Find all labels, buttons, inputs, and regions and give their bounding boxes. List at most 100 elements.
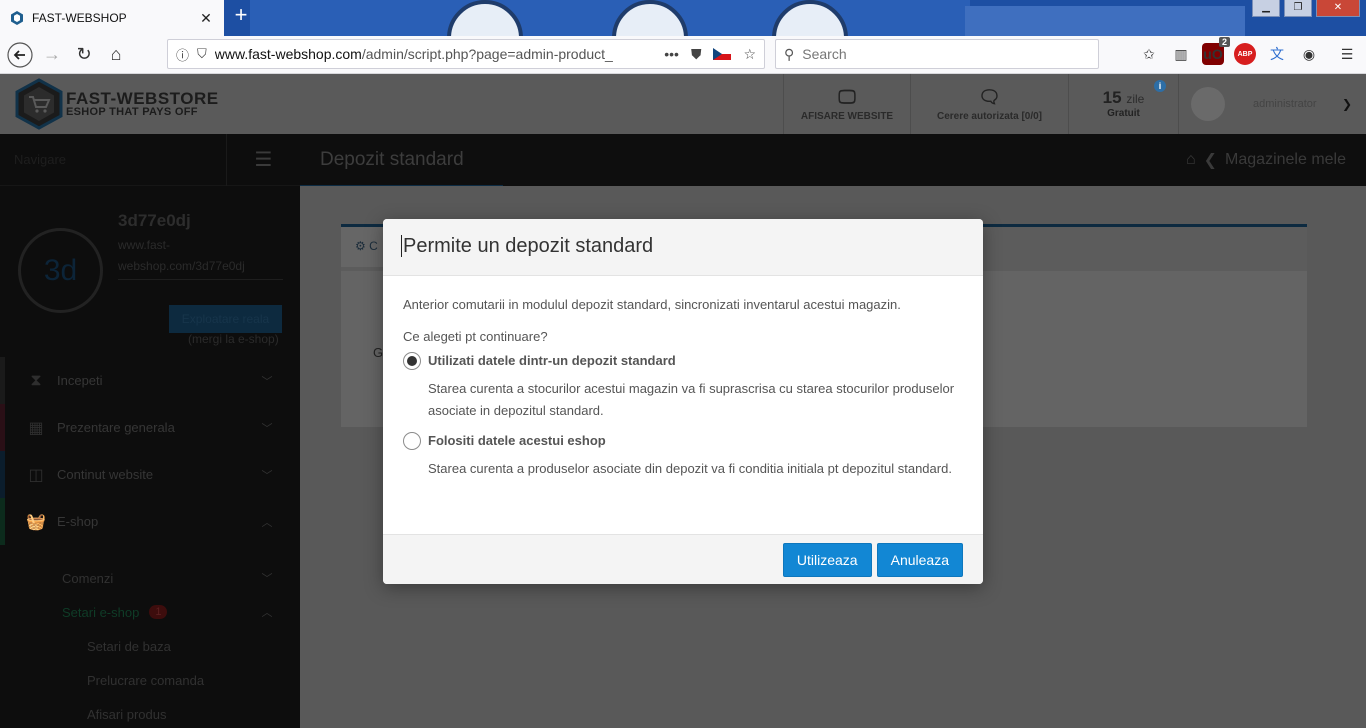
address-bar[interactable]: ⓘ ⛉ www.fast-webshop.com/admin/script.ph… xyxy=(167,39,765,69)
dialog-question: Ce alegeti pt continuare? xyxy=(403,329,548,344)
breadcrumb: ⌂ ❮ Magazinele mele xyxy=(1186,150,1346,170)
pocket-icon[interactable]: ⛊ xyxy=(691,46,702,63)
chevron-down-icon: ﹀ xyxy=(261,422,273,435)
page-actions-icon[interactable]: ••• xyxy=(664,46,679,62)
new-tab-icon[interactable]: + xyxy=(230,4,252,26)
goto-shop-link[interactable]: (mergi la e-shop) xyxy=(188,332,279,346)
show-website-button[interactable]: 🖵 AFISARE WEBSITE xyxy=(783,74,910,134)
browser-tab-active[interactable]: FAST-WEBSHOP ✕ xyxy=(0,0,224,36)
option-use-eshop-data[interactable]: Folositi datele acestui eshop xyxy=(403,430,963,452)
dialog-body: Anterior comutarii in modulul depozit st… xyxy=(383,276,983,480)
hourglass-icon: ⧗ xyxy=(30,371,42,389)
sidebar-header: Navigare ☰ xyxy=(0,133,300,186)
chevron-up-icon: ︿ xyxy=(261,607,273,619)
shop-url[interactable]: www.fast-webshop.com/3d77e0dj xyxy=(118,235,283,280)
trial-counter[interactable]: i 15 zile Gratuit xyxy=(1068,74,1178,134)
shop-name: 3d77e0dj xyxy=(118,211,191,230)
page-header: Depozit standard ⌂ ❮ Magazinele mele xyxy=(300,134,1366,188)
toolbar-icons: ✩ ▥ uO 2 ABP 文 ◉ ☰ xyxy=(1138,37,1358,69)
logo-cart-icon xyxy=(15,78,63,130)
user-menu[interactable]: administrator ❯ xyxy=(1178,74,1366,134)
chevron-down-icon: ﹀ xyxy=(261,573,273,585)
dialog-footer: Utilizeaza Anuleaza xyxy=(383,534,983,584)
dialog-intro: Anterior comutarii in modulul depozit st… xyxy=(403,297,901,312)
dialog-title: Permite un depozit standard xyxy=(401,235,654,257)
sidebar-item-continut[interactable]: ◫ Continut website ﹀ xyxy=(0,451,300,498)
option2-description: Starea curenta a produselor asociate din… xyxy=(428,461,952,476)
site-info-icon[interactable]: ⓘ xyxy=(176,45,189,64)
ublock-icon[interactable]: uO 2 xyxy=(1202,37,1230,65)
tracking-shield-icon[interactable]: ⛉ xyxy=(197,46,207,62)
search-icon: ⚲ xyxy=(784,45,795,62)
back-icon[interactable] xyxy=(4,39,36,71)
authorization-requests-button[interactable]: 🗨 Cerere autorizata [0/0] xyxy=(910,74,1068,134)
page-title: Depozit standard xyxy=(320,149,464,170)
username: administrator xyxy=(1253,98,1317,110)
window-controls: ▁ ❐ ✕ xyxy=(1252,0,1360,17)
info-icon[interactable]: i xyxy=(1154,80,1166,92)
bookmarks-icon[interactable]: ✩ xyxy=(1138,43,1160,65)
gears-icon: ⚙ xyxy=(355,239,366,253)
url-text[interactable]: www.fast-webshop.com/admin/script.php?pa… xyxy=(215,46,664,62)
chevron-left-icon: ❮ xyxy=(1203,152,1218,169)
sidebar-subsub-prelucrare[interactable]: Prelucrare comanda xyxy=(0,663,300,697)
logo-title: FAST-WEBSTORE xyxy=(66,89,219,108)
app-header: FAST-WEBSTORE ESHOP THAT PAYS OFF 🖵 AFIS… xyxy=(0,74,1366,134)
sidebar-item-eshop[interactable]: 🧺 E-shop ︿ xyxy=(0,498,300,545)
chevron-down-icon: ❯ xyxy=(1341,97,1352,111)
czech-flag-icon[interactable] xyxy=(713,48,732,60)
dialog-header: Permite un depozit standard xyxy=(383,219,983,276)
reload-icon[interactable]: ↻ xyxy=(68,39,100,71)
fast-webshop-favicon-icon xyxy=(11,11,23,25)
account-icon[interactable]: ◉ xyxy=(1298,43,1320,65)
option-use-standard-warehouse[interactable]: Utilizati datele dintr-un depozit standa… xyxy=(403,350,963,372)
menu-icon[interactable]: ☰ xyxy=(1336,43,1358,65)
minimize-icon[interactable]: ▁ xyxy=(1252,0,1280,17)
avatar xyxy=(1191,87,1225,121)
home-icon[interactable]: ⌂ xyxy=(1186,151,1196,169)
window-close-icon[interactable]: ✕ xyxy=(1316,0,1360,17)
navigation-label: Navigare xyxy=(14,152,67,167)
sidebar-item-incepeti[interactable]: ⧗ Incepeti ﹀ xyxy=(0,357,300,404)
reader-sidebar-icon[interactable]: ▥ xyxy=(1170,43,1192,65)
sidebar: Navigare ☰ 3d 3d77e0dj www.fast-webshop.… xyxy=(0,133,300,728)
hamburger-icon[interactable]: ☰ xyxy=(226,133,300,186)
maximize-icon[interactable]: ❐ xyxy=(1284,0,1312,17)
tab-close-icon[interactable]: ✕ xyxy=(198,10,214,27)
radio-use-standard-warehouse[interactable] xyxy=(403,352,421,370)
exploit-real-button[interactable]: Exploatare reala xyxy=(169,305,282,333)
confirm-button[interactable]: Utilizeaza xyxy=(782,542,872,577)
cancel-button[interactable]: Anuleaza xyxy=(876,542,963,577)
search-placeholder: Search xyxy=(802,46,847,62)
home-icon[interactable]: ⌂ xyxy=(100,39,132,71)
radio-use-eshop-data[interactable] xyxy=(403,432,421,450)
chevron-up-icon: ︿ xyxy=(261,516,273,529)
breadcrumb-my-shops[interactable]: Magazinele mele xyxy=(1225,151,1346,169)
chevron-down-icon: ﹀ xyxy=(261,469,273,482)
logo[interactable]: FAST-WEBSTORE ESHOP THAT PAYS OFF xyxy=(14,78,219,130)
translate-icon[interactable]: 文 xyxy=(1266,43,1288,65)
sidebar-subsub-afisari[interactable]: Afisari produs xyxy=(0,697,300,728)
book-icon: ◫ xyxy=(28,466,44,484)
chat-bubbles-icon: 🗨 xyxy=(978,86,1001,107)
grid-icon: ▦ xyxy=(28,419,44,437)
chevron-down-icon: ﹀ xyxy=(261,375,273,388)
bookmark-star-icon[interactable]: ☆ xyxy=(743,46,756,63)
shop-avatar: 3d xyxy=(18,228,103,313)
basket-icon: 🧺 xyxy=(26,513,46,531)
sidebar-sub-comenzi[interactable]: Comenzi ﹀ xyxy=(0,561,300,595)
monitor-icon: 🖵 xyxy=(838,86,856,107)
standard-warehouse-dialog: Permite un depozit standard Anterior com… xyxy=(383,219,983,584)
browser-tab-bar: FAST-WEBSHOP ✕ + ▁ ❐ ✕ xyxy=(0,0,1366,36)
notification-badge: 1 xyxy=(149,605,168,619)
search-field[interactable]: ⚲ Search xyxy=(775,39,1099,69)
sidebar-subsub-setari-baza[interactable]: Setari de baza xyxy=(0,629,300,663)
adblock-plus-icon[interactable]: ABP xyxy=(1234,43,1256,65)
sidebar-menu: ⧗ Incepeti ﹀ ▦ Prezentare generala ﹀ ◫ C… xyxy=(0,357,300,728)
option1-description: Starea curenta a stocurilor acestui maga… xyxy=(428,381,955,418)
logo-tagline: ESHOP THAT PAYS OFF xyxy=(66,106,198,118)
forward-icon[interactable]: → xyxy=(36,39,68,71)
browser-toolbar: → ↻ ⌂ ⓘ ⛉ www.fast-webshop.com/admin/scr… xyxy=(0,36,1366,74)
sidebar-sub-setari-eshop[interactable]: Setari e-shop 1 ︿ xyxy=(0,595,300,629)
sidebar-item-prezentare[interactable]: ▦ Prezentare generala ﹀ xyxy=(0,404,300,451)
